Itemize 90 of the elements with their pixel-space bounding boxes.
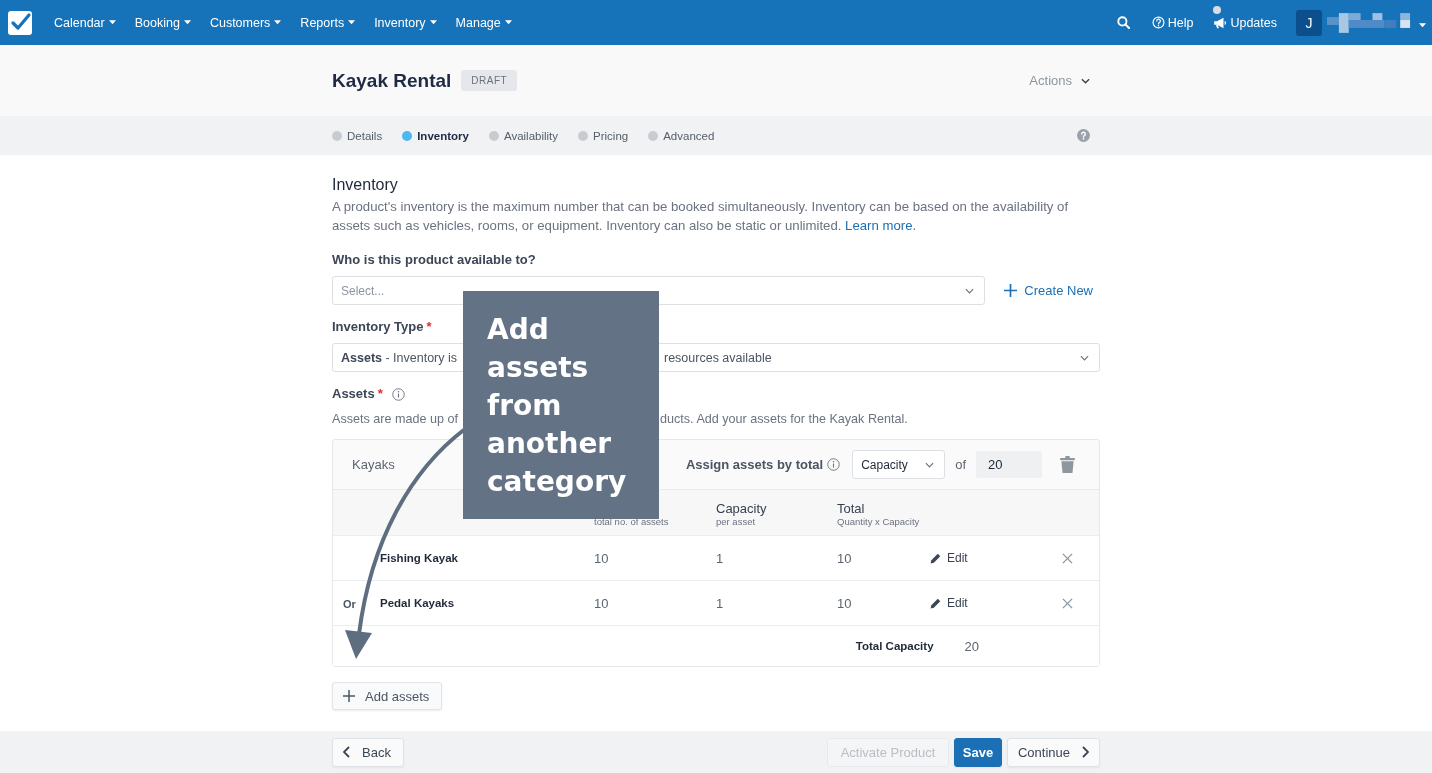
edit-button[interactable]: Edit: [930, 596, 968, 610]
field-label: Who is this product available to?: [332, 252, 537, 268]
section-title: Inventory: [332, 175, 399, 195]
capacity-cell-text: 1: [716, 595, 725, 611]
info-icon[interactable]: [827, 458, 841, 471]
step-tab[interactable]: Availability: [488, 129, 559, 142]
caret-icon[interactable]: [1419, 23, 1426, 28]
info-icon[interactable]: [391, 387, 405, 401]
help-button[interactable]: Help: [1151, 15, 1194, 30]
nav-menu-item[interactable]: Manage: [455, 15, 512, 30]
megaphone-icon: [1213, 15, 1228, 30]
pencil-icon: [930, 597, 941, 609]
total-input[interactable]: 20: [976, 451, 1042, 478]
column-header: Capacity: [716, 501, 768, 516]
nav-menu-item[interactable]: Reports: [300, 15, 356, 30]
required-mark: *: [377, 386, 383, 402]
close-icon[interactable]: [1062, 552, 1073, 564]
row-prefix-label: Or: [343, 598, 356, 610]
continue-button[interactable]: Continue: [1006, 737, 1100, 767]
assign-by-select[interactable]: Capacity: [852, 450, 946, 479]
add-assets-button[interactable]: Add assets: [332, 682, 443, 710]
chevron-left-icon: [343, 746, 350, 758]
select-placeholder: Select...: [341, 283, 385, 298]
field-label: Inventory Type: [332, 319, 424, 335]
asset-name-cell-text: Fishing Kayak: [380, 552, 459, 564]
total-cell-text: 10: [837, 595, 853, 611]
field-label: Assets: [332, 386, 375, 402]
total-capacity-value: 20: [964, 638, 979, 654]
checkbox-logo-icon[interactable]: [8, 10, 32, 35]
column-subheader: Quantity x Capacity: [837, 516, 921, 528]
asset-group-name: Kayaks: [352, 457, 395, 472]
plus-icon: [1004, 284, 1018, 297]
caret-icon: [183, 20, 191, 25]
field-hint: ducts. Add your assets for the Kayak Rental.: [660, 411, 908, 428]
column-subheader: per asset: [716, 516, 757, 528]
step-tab[interactable]: Inventory: [402, 129, 469, 142]
section-description: A product's inventory is the maximum number that can be booked simultaneously. Inventory can be based on the availability of assets such as vehicles, rooms, or equipment. Inventory can also be static or unlimited. Learn more.: [332, 198, 1070, 235]
search-icon[interactable]: [1116, 16, 1130, 29]
updates-button[interactable]: Updates: [1213, 15, 1277, 30]
caret-icon: [274, 20, 282, 25]
help-icon[interactable]: [1077, 129, 1090, 142]
plus-icon: [343, 690, 355, 702]
quantity-cell-text: 10: [594, 595, 610, 611]
capacity-cell-text: 1: [716, 550, 725, 566]
total-cell-text: 10: [837, 550, 853, 566]
back-button[interactable]: Back: [332, 737, 404, 767]
required-mark: *: [426, 319, 432, 335]
chevron-down-icon: [965, 287, 975, 294]
nav-menu-item[interactable]: Inventory: [374, 15, 437, 30]
close-icon[interactable]: [1062, 597, 1073, 609]
caret-icon: [348, 20, 356, 25]
of-label: of: [955, 457, 966, 472]
nav-menu-item[interactable]: Booking: [134, 15, 191, 30]
pencil-icon: [930, 552, 941, 564]
caret-icon: [108, 20, 116, 25]
select-value: Assets - Inventory is: [341, 350, 459, 365]
step-tab[interactable]: Details: [332, 129, 383, 142]
save-button[interactable]: Save: [953, 737, 1002, 767]
caret-icon: [429, 20, 437, 25]
nav-menu-item[interactable]: Customers: [209, 15, 282, 30]
select-value: Capacity: [861, 457, 908, 472]
column-header: Total: [837, 501, 866, 516]
caret-icon: [504, 20, 512, 25]
total-capacity-label: Total Capacity: [855, 640, 934, 652]
quantity-cell-text: 10: [594, 550, 610, 566]
learn-more-link[interactable]: Learn more: [845, 218, 913, 233]
select-value: resources available: [664, 350, 772, 365]
callout-note: Add assets from another category: [463, 291, 659, 519]
step-dot-icon: [648, 130, 659, 141]
help-icon: [1151, 16, 1165, 29]
step-dot-icon: [402, 130, 413, 141]
product-title: Kayak Rental: [332, 69, 452, 92]
step-dot-icon: [578, 130, 589, 141]
step-tab[interactable]: Pricing: [578, 129, 629, 142]
user-avatar[interactable]: J: [1296, 9, 1322, 36]
edit-button[interactable]: Edit: [930, 551, 968, 565]
status-badge: DRAFT: [461, 70, 518, 91]
chevron-down-icon: [1080, 354, 1089, 361]
nav-menu-item[interactable]: Calendar: [54, 15, 116, 30]
asset-name-cell-text: Pedal Kayaks: [380, 597, 456, 609]
chevron-down-icon: [925, 461, 935, 468]
step-dot-icon: [488, 130, 499, 141]
step-dot-icon: [332, 130, 342, 141]
assign-label: Assign assets by total: [685, 457, 824, 472]
trash-icon[interactable]: [1060, 456, 1075, 473]
step-tab[interactable]: Advanced: [648, 129, 715, 142]
chevron-right-icon: [1082, 746, 1089, 758]
create-new-button[interactable]: Create New: [1004, 283, 1093, 298]
field-hint: Assets are made up of: [332, 411, 459, 428]
chevron-down-icon: [1081, 77, 1090, 84]
